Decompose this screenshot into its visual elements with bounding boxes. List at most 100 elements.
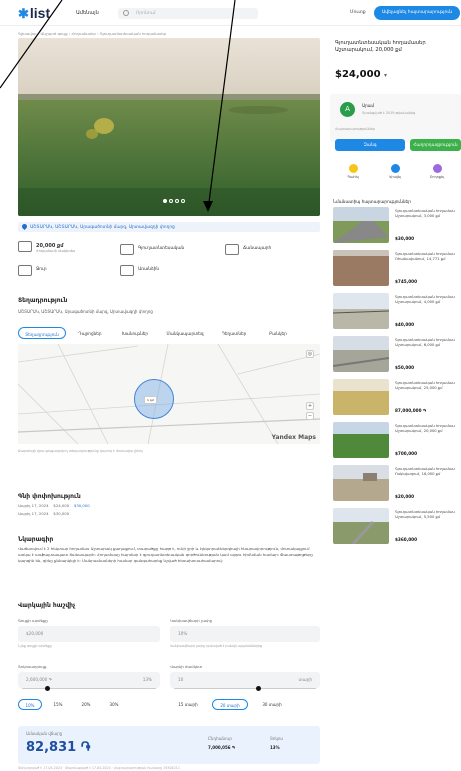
address-bar[interactable]: ԱՇՏԱՐԱԿ, ԱՇՏԱՐԱԿ, Արագածոտնի մարզ, Արտավ… [18, 222, 320, 232]
save-action[interactable]: Պահել [335, 161, 371, 179]
term-slider-handle[interactable] [256, 686, 261, 691]
rate-out-label: Տոկոս [270, 736, 283, 741]
rate-input[interactable]: 2,600,000 ֏ 13% [18, 672, 160, 688]
top-header: ✱list Ամենայն Որոնում Մուտք Ավելացնել հա… [0, 0, 461, 26]
rate-slider-handle[interactable] [45, 686, 50, 691]
price-history-title: Գնի փոփոխություն [18, 493, 81, 500]
location-title: Տեղադրություն [18, 297, 68, 304]
term-input[interactable]: 10 տարի [170, 672, 320, 688]
tab-shops[interactable]: Խանութներ [113, 327, 157, 339]
similar-thumb-image [333, 207, 389, 243]
map-locate-icon[interactable]: ◎ [306, 350, 314, 358]
similar-thumb-image [333, 508, 389, 544]
seller-ads-link[interactable]: Հայտարարություններ [335, 127, 375, 131]
total-value: 7,000,056 ֏ [208, 745, 235, 750]
location-map[interactable]: 1 կմ ◎ + − Yandex Maps [18, 344, 320, 444]
message-button[interactable]: Հաղորդագրություն [410, 139, 461, 151]
listing-price[interactable]: $24,000 ▾ [335, 69, 387, 80]
down-payment-input[interactable]: 10% [170, 626, 320, 642]
rate-chip[interactable]: 10% [18, 699, 42, 710]
price-input[interactable]: $20,000 [18, 626, 160, 642]
similar-item[interactable]: Գյուղատնտեսական հողամաս Աշտարակում, 20,0… [333, 422, 461, 458]
seller-card [330, 94, 461, 142]
map-brand[interactable]: Yandex Maps [272, 434, 316, 441]
water-icon [18, 265, 32, 276]
search-placeholder: Որոնում [136, 11, 156, 16]
post-ad-button[interactable]: Ավելացնել հայտարարություն [374, 6, 460, 20]
similar-thumb-image [333, 422, 389, 458]
similar-item[interactable]: Գյուղատնտեսական հողամաս Աշտարակում, 5,50… [333, 508, 461, 544]
term-chip[interactable]: 30 տարի [254, 699, 290, 710]
seller-avatar[interactable]: A [340, 102, 355, 117]
map-disclaimer: Քարտեզի վրա ցուցադրվող տեղադրությունը կա… [18, 449, 143, 453]
share-icon [390, 164, 400, 173]
similar-thumb-image [333, 250, 389, 286]
down-field-label: Կանխավճարի չափը [170, 618, 213, 623]
similar-thumb-image [333, 336, 389, 372]
rate-chip[interactable]: 30% [102, 699, 126, 710]
area-icon [18, 241, 32, 252]
similar-item[interactable]: Գյուղատնտեսական հողամաս Օհանավանում, 14,… [333, 250, 461, 286]
location-address: ԱՇՏԱՐԱԿ, ԱՇՏԱՐԱԿ, Արագածոտնի մարզ, Արտավ… [18, 309, 153, 314]
term-field-label: Վարկի ժամկետ [170, 664, 203, 669]
similar-item[interactable]: Գյուղատնտեսական հողամաս Աշտարակում, 4,00… [333, 293, 461, 329]
rate-chip[interactable]: 20% [74, 699, 98, 710]
term-chip[interactable]: 20 տարի [212, 699, 248, 710]
site-logo[interactable]: ✱list [18, 5, 50, 22]
photo-dot[interactable] [169, 199, 173, 203]
map-zoom-in-icon[interactable]: + [306, 402, 314, 410]
search-input[interactable]: Որոնում [118, 8, 258, 19]
similar-item[interactable]: Գյուղատնտեսական հողամաս Ոսկեվազում, 16,0… [333, 465, 461, 501]
map-marker-label: 1 կմ [144, 396, 157, 404]
call-button[interactable]: Զանգ [335, 139, 405, 151]
signin-link[interactable]: Մուտք [350, 10, 366, 15]
fence-icon [120, 265, 134, 276]
similar-thumb-image [333, 465, 389, 501]
listing-photo[interactable] [18, 38, 320, 216]
similar-thumb [333, 465, 389, 501]
land-type-icon [120, 244, 134, 255]
photo-dot[interactable] [163, 199, 167, 203]
rate-slider[interactable] [22, 688, 156, 689]
photo-dot[interactable] [181, 199, 185, 203]
report-action[interactable]: Բողոքել [419, 161, 455, 179]
breadcrumb[interactable]: Գլխավոր › Անշարժ գույք › Հողամասեր › Գյո… [18, 31, 166, 36]
description-title: Նկարագիր [18, 536, 54, 543]
similar-thumb [333, 207, 389, 243]
tab-schools[interactable]: Դպրոցներ [70, 327, 110, 339]
photo-dot[interactable] [175, 199, 179, 203]
similar-thumb [333, 422, 389, 458]
similar-item[interactable]: Գյուղատնտեսական հողամաս Աշտարակում, 3,00… [333, 207, 461, 243]
similar-thumb [333, 336, 389, 372]
similar-item[interactable]: Գյուղատնտեսական հողամաս Աշտարակում, 6,00… [333, 336, 461, 372]
listing-title: Գյուղատնտեսական հողամասեր Աշտարակում, 20… [335, 40, 426, 53]
field-photo-image [18, 38, 320, 216]
search-icon [123, 10, 129, 16]
logo-mark-icon: ✱ [18, 6, 29, 21]
share-action[interactable]: Կիսվել [377, 161, 413, 179]
category-dropdown[interactable]: Ամենայն [76, 10, 99, 16]
road-icon [225, 244, 239, 255]
term-slider[interactable] [174, 688, 316, 689]
tab-pharmacies[interactable]: Դեղատներ [213, 327, 255, 339]
monthly-payment-value: 82,831 ֏ [26, 740, 91, 755]
map-zoom-out-icon[interactable]: − [306, 412, 314, 420]
seller-since: Գրանցված է 2019 թվականից [362, 111, 416, 115]
down-note: Կանխավճարի չափը կախված է բանկի պայմաններ… [170, 644, 262, 648]
price-history-row: Ապրիլ 17, 2024 $24,000 $30,000 [18, 503, 90, 508]
similar-item[interactable]: Գյուղատնտեսական հողամաս Աշտարակում, 25,0… [333, 379, 461, 415]
tab-banks[interactable]: Բանկեր [258, 327, 298, 339]
currency-dropdown-icon[interactable]: ▾ [384, 72, 387, 79]
similar-thumb [333, 250, 389, 286]
listing-actions: Պահել Կիսվել Բողոքել [330, 161, 461, 187]
seller-name[interactable]: Արամ [362, 103, 374, 108]
map-tabs: Տեղադրություն Դպրոցներ Խանութներ Մանկապա… [18, 327, 320, 339]
term-chip[interactable]: 15 տարի [170, 699, 206, 710]
star-icon [348, 164, 358, 173]
tab-kindergartens[interactable]: Մանկապարտեզ [160, 327, 210, 339]
monthly-label: Ամսական վճարը [26, 731, 63, 736]
rate-chip[interactable]: 15% [46, 699, 70, 710]
tab-location[interactable]: Տեղադրություն [18, 327, 66, 339]
photo-pagination[interactable] [163, 199, 187, 205]
similar-thumb-image [333, 293, 389, 329]
